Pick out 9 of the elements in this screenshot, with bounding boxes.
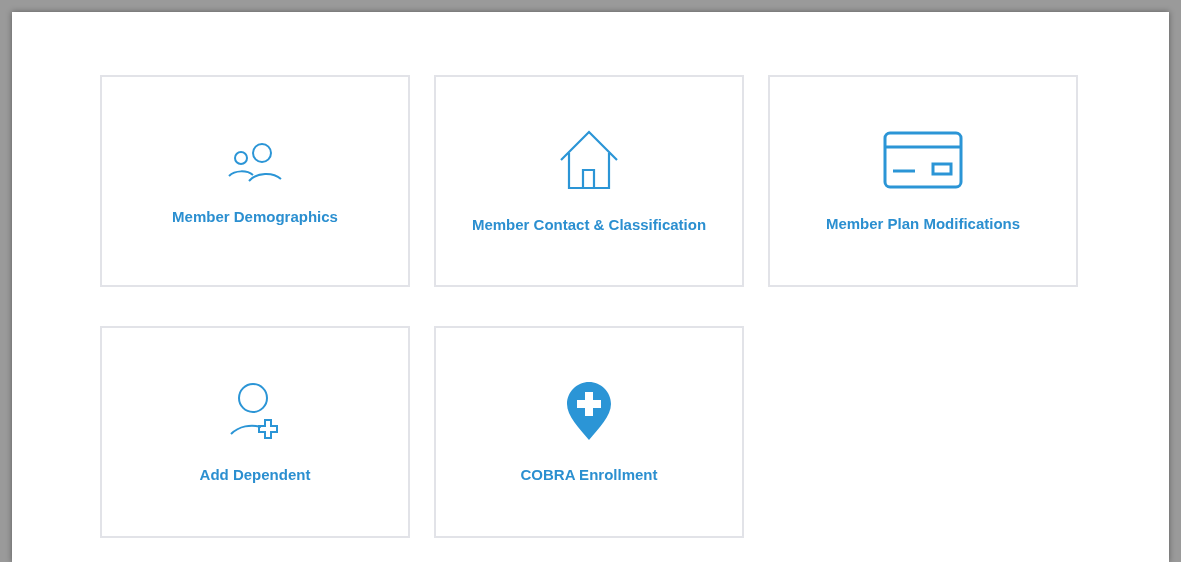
map-pin-icon [567, 381, 611, 440]
tile-button[interactable]: COBRA Enrollment [434, 326, 744, 538]
tile-button[interactable]: Add Dependent [100, 326, 410, 538]
house-icon [559, 129, 619, 190]
add-person-icon [229, 381, 281, 440]
tile-button[interactable]: Member Contact & Classification [434, 75, 744, 287]
tile-button[interactable]: Member Plan Modifications [768, 75, 1078, 287]
card-icon [883, 130, 963, 189]
tile-button[interactable]: Member Demographics [100, 75, 410, 287]
